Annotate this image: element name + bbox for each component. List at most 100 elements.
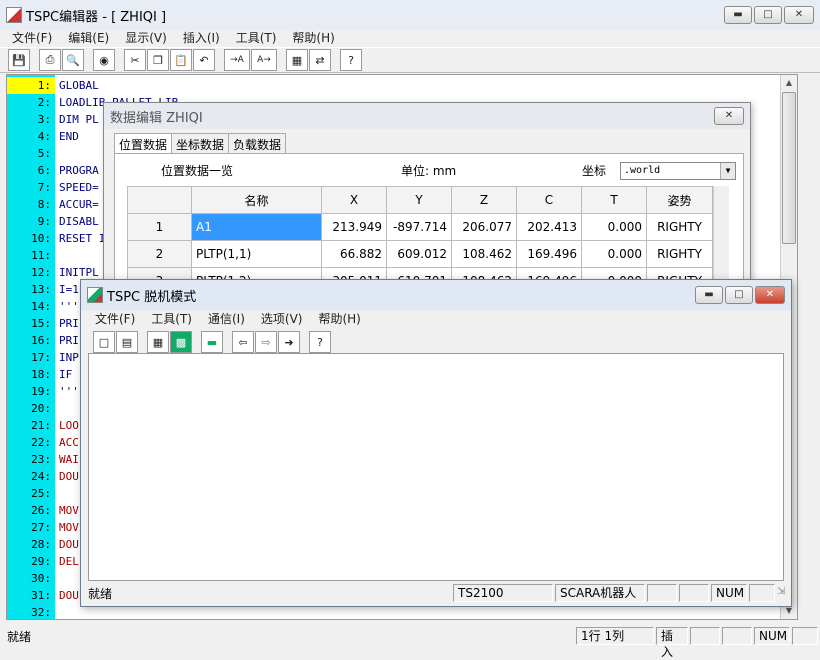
table-header[interactable]: Y — [386, 186, 452, 214]
undo-icon[interactable]: ↶ — [193, 49, 215, 71]
table-header[interactable]: T — [581, 186, 647, 214]
menu-file[interactable]: 文件(F) — [4, 29, 60, 46]
code-line[interactable]: RESET I — [59, 230, 105, 247]
open-file-icon[interactable]: ▤ — [116, 331, 138, 353]
export-icon[interactable]: ➜ — [278, 331, 300, 353]
new-file-icon[interactable]: □ — [93, 331, 115, 353]
find-next-icon[interactable]: →A — [224, 49, 250, 71]
table-cell[interactable]: 108.462 — [451, 240, 517, 268]
offline-menu-help[interactable]: 帮助(H) — [310, 310, 368, 327]
code-line[interactable]: PROGRA — [59, 162, 99, 179]
code-line[interactable]: END — [59, 128, 79, 145]
find-icon[interactable]: ◉ — [93, 49, 115, 71]
maximize-button[interactable]: □ — [754, 6, 782, 24]
close-button[interactable]: ✕ — [784, 6, 814, 24]
table-cell[interactable]: 66.882 — [321, 240, 387, 268]
table-cell[interactable]: 0.000 — [581, 240, 647, 268]
offline-menu-options[interactable]: 选项(V) — [253, 310, 311, 327]
code-line[interactable]: WAI — [59, 451, 79, 468]
code-line[interactable]: ACC — [59, 434, 79, 451]
paste-icon[interactable]: 📋 — [170, 49, 192, 71]
code-line[interactable]: I=1 — [59, 281, 79, 298]
table-cell[interactable]: RIGHTY — [646, 213, 713, 241]
offline-menu-tools[interactable]: 工具(T) — [143, 310, 200, 327]
tab-load-data[interactable]: 负载数据 — [228, 133, 287, 155]
code-line[interactable]: DIM PL — [59, 111, 99, 128]
download-icon[interactable]: ⇨ — [255, 331, 277, 353]
table-row[interactable]: 2 PLTP(1,1) 66.882 609.012 108.462 169.496 0.0… — [127, 240, 713, 268]
row-header[interactable]: 2 — [127, 240, 192, 268]
tab-coordinate-data[interactable]: 坐标数据 — [171, 133, 230, 155]
code-line[interactable]: GLOBAL — [59, 77, 99, 94]
program-edit-icon[interactable]: ▩ — [170, 331, 192, 353]
menu-insert[interactable]: 插入(I) — [175, 29, 228, 46]
table-vertical-scrollbar[interactable] — [713, 186, 729, 279]
table-header[interactable]: 名称 — [191, 186, 322, 214]
resize-grip-icon[interactable]: ⇲ — [777, 586, 791, 600]
table-cell[interactable]: 206.077 — [451, 213, 517, 241]
code-line[interactable]: LOO — [59, 417, 79, 434]
table-header[interactable]: 姿势 — [646, 186, 713, 214]
code-line[interactable]: MOV — [59, 519, 79, 536]
help-icon[interactable]: ? — [340, 49, 362, 71]
find-prev-icon[interactable]: A→ — [251, 49, 277, 71]
row-header[interactable]: 1 — [127, 213, 192, 241]
data-editor-title-bar[interactable]: 数据编辑 ZHIQI ✕ — [104, 103, 750, 129]
code-line[interactable]: SPEED= — [59, 179, 99, 196]
print-preview-icon[interactable]: 🔍 — [62, 49, 84, 71]
code-line[interactable]: PRI — [59, 315, 79, 332]
offline-help-icon[interactable]: ? — [309, 331, 331, 353]
connect-icon[interactable]: ▬ — [201, 331, 223, 353]
table-row[interactable]: 1 A1 213.949 -897.714 206.077 202.413 0.000 RIG… — [127, 213, 713, 241]
chevron-down-icon[interactable]: ▼ — [720, 163, 735, 179]
data-editor-close-button[interactable]: ✕ — [714, 107, 744, 125]
table-cell[interactable]: A1 — [191, 213, 322, 241]
transfer-icon[interactable]: ⇄ — [309, 49, 331, 71]
scroll-up-arrow-icon[interactable]: ▲ — [781, 75, 797, 91]
table-cell[interactable]: 0.000 — [581, 213, 647, 241]
code-line[interactable]: ''' — [59, 383, 79, 400]
offline-title-bar[interactable]: TSPC 脱机模式 ▬ □ ✕ — [81, 280, 791, 310]
code-line[interactable]: DOU — [59, 536, 79, 553]
table-cell[interactable]: -897.714 — [386, 213, 452, 241]
main-title-bar[interactable]: TSPC编辑器 - [ ZHIQI ] ▬ □ ✕ — [0, 0, 820, 30]
offline-menu-communication[interactable]: 通信(I) — [200, 310, 253, 327]
table-header[interactable]: X — [321, 186, 387, 214]
table-cell[interactable]: 213.949 — [321, 213, 387, 241]
code-line[interactable]: DOU — [59, 468, 79, 485]
cut-icon[interactable]: ✂ — [124, 49, 146, 71]
table-cell[interactable]: RIGHTY — [646, 240, 713, 268]
data-edit-icon[interactable]: ▦ — [286, 49, 308, 71]
table-cell[interactable]: 609.012 — [386, 240, 452, 268]
offline-menu-file[interactable]: 文件(F) — [87, 310, 143, 327]
code-line[interactable]: PRI — [59, 332, 79, 349]
coord-select[interactable]: .world ▼ — [620, 162, 736, 180]
code-line[interactable]: INP — [59, 349, 79, 366]
print-icon[interactable]: ⎙ — [39, 49, 61, 71]
save-icon[interactable]: 💾 — [8, 49, 30, 71]
code-line[interactable]: ACCUR= — [59, 196, 99, 213]
code-line[interactable]: ''' — [59, 298, 79, 315]
menu-tools[interactable]: 工具(T) — [228, 29, 285, 46]
scroll-thumb[interactable] — [782, 92, 796, 244]
upload-icon[interactable]: ⇦ — [232, 331, 254, 353]
code-line[interactable]: MOV — [59, 502, 79, 519]
offline-minimize-button[interactable]: ▬ — [695, 286, 723, 304]
data-edit-icon[interactable]: ▦ — [147, 331, 169, 353]
table-header[interactable]: Z — [451, 186, 517, 214]
code-line[interactable]: IF — [59, 366, 72, 383]
copy-icon[interactable]: ❐ — [147, 49, 169, 71]
menu-help[interactable]: 帮助(H) — [284, 29, 342, 46]
code-line[interactable]: DISABL — [59, 213, 99, 230]
menu-view[interactable]: 显示(V) — [117, 29, 175, 46]
table-cell[interactable]: 202.413 — [516, 213, 582, 241]
code-line[interactable]: DOU — [59, 587, 79, 604]
minimize-button[interactable]: ▬ — [724, 6, 752, 24]
table-header[interactable]: C — [516, 186, 582, 214]
offline-maximize-button[interactable]: □ — [725, 286, 753, 304]
code-line[interactable]: DEL — [59, 553, 79, 570]
offline-client-area[interactable] — [88, 353, 784, 581]
menu-edit[interactable]: 编辑(E) — [60, 29, 117, 46]
offline-close-button[interactable]: ✕ — [755, 286, 785, 304]
tab-position-data[interactable]: 位置数据 — [114, 133, 173, 155]
